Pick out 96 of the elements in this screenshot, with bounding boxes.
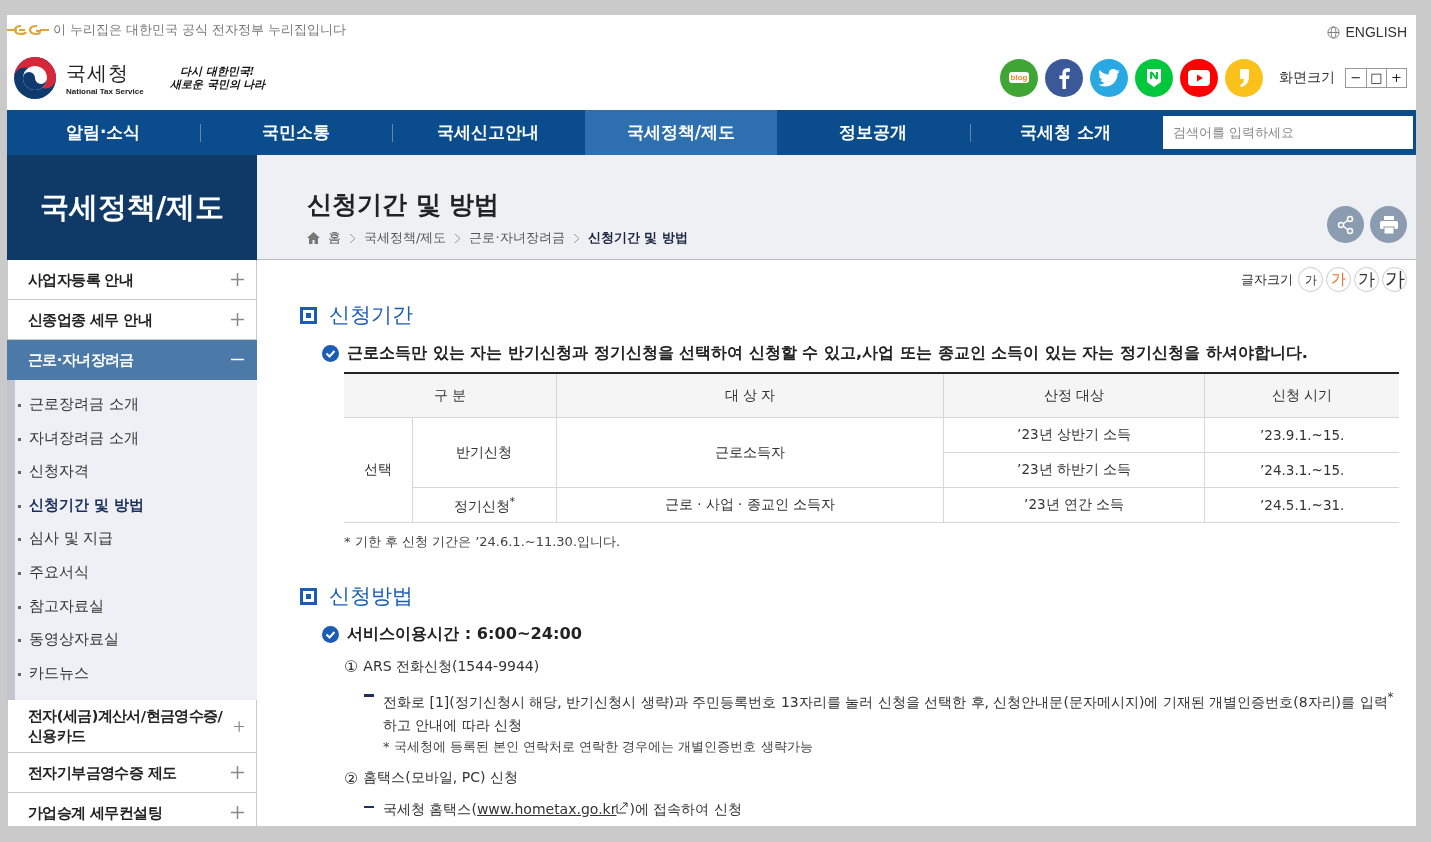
letter-f-icon <box>1057 66 1071 89</box>
table-cell: 근로 · 사업 · 종교인 소득자 <box>556 487 944 523</box>
sidebar-item[interactable]: 근로·자녀장려금 <box>7 340 257 380</box>
plus-icon <box>231 806 244 820</box>
table-cell: 근로소득자 <box>556 417 944 488</box>
table-cell: 선택 <box>344 417 413 523</box>
step-number: ① <box>344 657 359 676</box>
chevron-icon <box>454 232 462 244</box>
method-title: 홈택스(모바일, PC) 신청 <box>363 769 518 788</box>
sidebar-item[interactable]: 전자(세금)계산서/현금영수증/신용카드 <box>7 700 257 754</box>
english-link[interactable]: ENGLISH <box>1326 24 1407 40</box>
method-title: ARS 전화신청(1544-9944) <box>363 657 540 676</box>
column-header: 구 분 <box>344 373 557 418</box>
submenu-item[interactable]: 신청자격 <box>15 455 257 489</box>
lead-text: 근로소득만 있는 자는 반기신청과 정기신청을 선택하여 신청할 수 있고,사업 또는 종교인 소득이 있는 자는 정기신청을 하셔야합니다. <box>347 342 1308 364</box>
sidebar-item[interactable]: 전자기부금영수증 제도 <box>7 753 257 794</box>
nav-tab[interactable]: 알림·소식 <box>7 110 200 155</box>
hometax-link[interactable]: www.hometax.go.kr <box>476 800 617 817</box>
home-icon <box>307 232 320 244</box>
share-button[interactable] <box>1327 206 1364 243</box>
bird-button[interactable] <box>1090 58 1128 97</box>
gov-banner-text: 이 누리집은 대한민국 공식 전자정부 누리집입니다 <box>53 21 346 39</box>
submenu-item[interactable]: 근로장려금 소개 <box>15 388 257 422</box>
play-icon <box>1188 69 1210 86</box>
column-header: 신청 시기 <box>1204 373 1399 418</box>
dash-bullet-icon <box>364 805 374 809</box>
breadcrumb-link[interactable]: 국세정책/제도 <box>364 229 447 247</box>
submenu-item[interactable]: 주요서식 <box>15 555 257 590</box>
note-text: * 국세청에 등록된 본인 연락처로 연락한 경우에는 개별인증번호 생략가능 <box>383 737 814 756</box>
chevron-icon <box>349 232 356 244</box>
submenu-item[interactable]: 카드뉴스 <box>15 656 257 691</box>
submenu-item[interactable]: 신청기간 및 방법 <box>15 488 257 523</box>
share-icon <box>1335 214 1356 235</box>
instruction-text: 국세청 홈택스(www.hometax.go.kr )에 접속하여 신청 <box>383 799 742 819</box>
page-title: 신청기간 및 방법 <box>307 189 501 221</box>
submenu-item[interactable]: 심사 및 지급 <box>15 522 257 556</box>
dash-bullet-icon <box>364 694 374 697</box>
logo-name: 국세청 <box>66 59 130 87</box>
breadcrumb-link[interactable]: 근로·자녀장려금 <box>469 229 565 247</box>
check-circle-icon <box>322 344 339 362</box>
external-link-icon <box>616 800 630 814</box>
section-heading: 신청방법 <box>329 583 413 610</box>
font-size-label: 글자크기 <box>1241 270 1293 289</box>
font-size-button[interactable]: 가 <box>1298 267 1323 292</box>
submenu-item[interactable]: 동영상자료실 <box>15 623 257 657</box>
step-number: ② <box>344 768 359 788</box>
table-cell: 정기신청$^{*}$ <box>412 487 557 523</box>
submenu-item[interactable]: 참고자료실 <box>15 589 257 624</box>
taegeuk-logo-icon <box>12 54 58 101</box>
globe-icon <box>1326 25 1340 39</box>
table-cell: ’23년 상반기 소득 <box>943 417 1205 453</box>
nav-tab[interactable]: 정보공개 <box>777 110 970 155</box>
bird-icon <box>1098 68 1120 87</box>
government-emblem-icon <box>7 23 49 37</box>
section-heading: 신청기간 <box>329 302 413 329</box>
sidebar-item[interactable]: 사업자등록 안내 <box>7 260 257 300</box>
play-button[interactable] <box>1180 58 1218 97</box>
check-circle-icon <box>322 625 339 643</box>
print-button[interactable] <box>1370 206 1407 243</box>
footnote-text: * 기한 후 신청 기간은 ’24.6.1.~11.30.입니다. <box>344 533 622 551</box>
f-logo-button[interactable] <box>1045 58 1083 97</box>
plus-icon <box>231 766 244 780</box>
breadcrumb-link[interactable]: 홈 <box>328 229 341 247</box>
lead-text: 서비스이용시간 : 6:00~24:00 <box>347 623 583 645</box>
column-header: 대 상 자 <box>556 373 944 418</box>
chevron-icon <box>572 232 580 244</box>
nav-tab[interactable]: 국세신고안내 <box>392 110 585 155</box>
sidebar-item[interactable]: 가업승계 세무컨설팅 <box>7 793 257 826</box>
logo-subtitle: National Tax Service <box>66 86 144 96</box>
plus-icon <box>231 313 244 326</box>
table-cell: ’23년 연간 소득 <box>943 487 1205 523</box>
sidebar-title: 국세정책/제도 <box>7 155 257 260</box>
column-header: 산정 대상 <box>943 373 1205 418</box>
plus-icon <box>231 273 244 286</box>
submenu-item[interactable]: 자녀장려금 소개 <box>15 421 257 456</box>
nav-tab[interactable]: 국민소통 <box>199 110 392 155</box>
breadcrumb-link[interactable]: 신청기간 및 방법 <box>587 229 688 247</box>
search-field[interactable]: 검색어를 입력하세요 <box>1163 116 1413 149</box>
quote-icon <box>1238 67 1250 88</box>
font-size-button[interactable]: 가 <box>1382 267 1407 292</box>
nav-tab[interactable]: 국세청 소개 <box>969 110 1162 155</box>
square-bullet-icon <box>300 306 317 324</box>
slogan-text: 다시 대한민국! <box>179 64 256 78</box>
square-bullet-icon <box>300 587 317 605</box>
bookmark-icon <box>1146 67 1162 88</box>
table-cell: ’23년 하반기 소득 <box>943 452 1205 488</box>
instruction-text: 전화로 [1](정기신청시 해당, 반기신청시 생략)과 주민등록번호 13자리를 눌러 신청을 선택한 후, 신청안내문(문자메시지)에 기재된 개별인증번호(8자리)를 입력$^{*}$ 하고 안내에 따라 신청 <box>383 689 1395 735</box>
nav-tab[interactable]: 국세정책/제도 <box>584 110 777 155</box>
font-size-button[interactable]: 가 <box>1354 267 1379 292</box>
quote-button[interactable] <box>1225 58 1263 97</box>
plus-icon <box>233 719 244 733</box>
slogan-text: 새로운 국민의 나라 <box>169 77 266 91</box>
printer-icon <box>1378 215 1399 234</box>
bookmark-button[interactable] <box>1135 58 1173 97</box>
screen-size-label: 화면크기 <box>1279 68 1335 87</box>
table-cell: 반기신청 <box>412 417 557 488</box>
